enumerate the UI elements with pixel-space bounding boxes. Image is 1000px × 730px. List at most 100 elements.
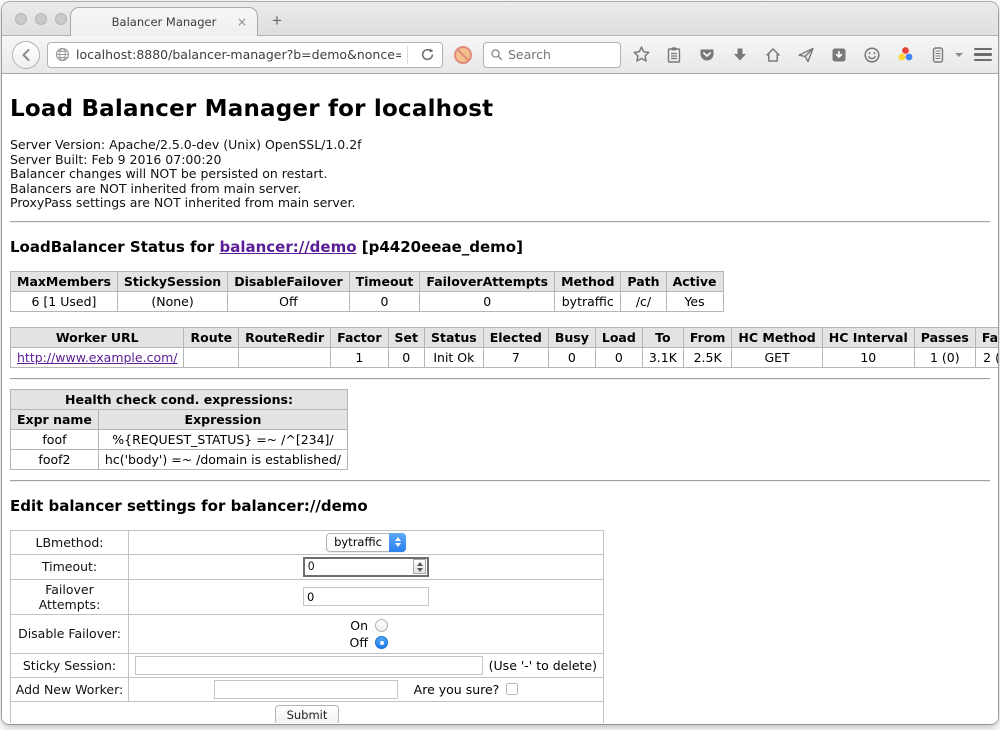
- download-arrow-icon: [731, 46, 749, 64]
- submit-button[interactable]: Submit: [275, 705, 340, 724]
- search-input[interactable]: [508, 47, 614, 62]
- page-content: Load Balancer Manager for localhost Serv…: [2, 74, 998, 723]
- lbmethod-row: LBmethod: bytraffic: [11, 530, 604, 554]
- search-bar[interactable]: [483, 42, 621, 68]
- add-worker-input[interactable]: [214, 680, 398, 699]
- spacer: [10, 312, 990, 327]
- sticky-session-label: Sticky Session:: [11, 653, 129, 677]
- timeout-field: [303, 557, 429, 577]
- close-window-button[interactable]: [15, 13, 27, 25]
- page-title: Load Balancer Manager for localhost: [10, 74, 990, 122]
- reload-button[interactable]: [414, 42, 440, 68]
- table-row: foof %{REQUEST_STATUS} =~ /^[234]/: [11, 429, 348, 449]
- disable-failover-row: Disable Failover: On Off: [11, 614, 604, 653]
- minimize-window-button[interactable]: [35, 13, 47, 25]
- table-header-row: Worker URL Route RouteRedir Factor Set S…: [11, 327, 999, 347]
- proxypass-note-line: ProxyPass settings are NOT inherited fro…: [10, 196, 990, 211]
- balancer-demo-link[interactable]: balancer://demo: [219, 238, 356, 256]
- send-tab-button[interactable]: [793, 42, 819, 68]
- server-built-line: Server Built: Feb 9 2016 07:00:20: [10, 153, 990, 168]
- container-dropdown-caret[interactable]: [955, 53, 963, 57]
- server-version-line: Server Version: Apache/2.5.0-dev (Unix) …: [10, 138, 990, 153]
- import-extension-button[interactable]: [826, 42, 852, 68]
- blocked-content-icon: [453, 45, 473, 65]
- timeout-row: Timeout:: [11, 554, 604, 579]
- table-header-row: MaxMembers StickySession DisableFailover…: [11, 271, 724, 291]
- lbmethod-label: LBmethod:: [11, 530, 129, 554]
- table-row: 6 [1 Used] (None) Off 0 0 bytraffic /c/ …: [11, 291, 724, 311]
- tab-close-icon[interactable]: ×: [237, 15, 247, 29]
- timeout-input[interactable]: [305, 561, 413, 573]
- menu-button[interactable]: [970, 44, 996, 66]
- star-icon: [632, 45, 651, 64]
- worker-url-link[interactable]: http://www.example.com/: [17, 350, 177, 365]
- add-worker-label: Add New Worker:: [11, 677, 129, 701]
- url-input[interactable]: [76, 47, 401, 62]
- section-divider: [10, 378, 990, 380]
- pocket-button[interactable]: [694, 42, 720, 68]
- reading-list-button[interactable]: [661, 42, 687, 68]
- sticky-session-row: Sticky Session: (Use '-' to delete): [11, 653, 604, 677]
- radio-off-label: Off: [344, 635, 368, 650]
- colors-extension-button[interactable]: [892, 42, 918, 68]
- confirm-checkbox[interactable]: [506, 683, 518, 695]
- number-stepper-icon[interactable]: [413, 559, 426, 574]
- radio-on-label: On: [344, 618, 368, 633]
- search-icon: [490, 48, 503, 61]
- lbmethod-select[interactable]: bytraffic: [326, 533, 406, 552]
- home-icon: [764, 46, 782, 64]
- balancer-params-table: MaxMembers StickySession DisableFailover…: [10, 271, 724, 312]
- color-dots-icon: [896, 45, 915, 64]
- navigation-toolbar: [2, 36, 998, 74]
- content-blocker-button[interactable]: [450, 42, 476, 68]
- table-row: foof2 hc('body') =~ /domain is establish…: [11, 449, 348, 469]
- downloads-button[interactable]: [727, 42, 753, 68]
- failover-attempts-input[interactable]: [303, 587, 429, 606]
- server-info: Server Version: Apache/2.5.0-dev (Unix) …: [10, 138, 990, 211]
- feedback-extension-button[interactable]: [859, 42, 885, 68]
- tab-title: Balancer Manager: [112, 15, 217, 29]
- url-bar[interactable]: [47, 42, 443, 68]
- edit-balancer-heading: Edit balancer settings for balancer://de…: [10, 497, 990, 515]
- failover-attempts-label: Failover Attempts:: [11, 579, 129, 614]
- worker-status-table: Worker URL Route RouteRedir Factor Set S…: [10, 327, 998, 368]
- clipboard-icon: [665, 46, 683, 64]
- loadbalancer-status-heading: LoadBalancer Status for balancer://demo …: [10, 238, 990, 256]
- new-tab-button[interactable]: +: [272, 13, 282, 29]
- disable-failover-on-radio[interactable]: [375, 619, 388, 632]
- sticky-session-note: (Use '-' to delete): [489, 658, 597, 673]
- sticky-session-input[interactable]: [135, 656, 483, 675]
- edit-balancer-form: LBmethod: bytraffic Timeout:: [10, 530, 604, 724]
- worker-row: http://www.example.com/ 1 0 Init Ok 7 0 …: [11, 347, 999, 367]
- home-button[interactable]: [760, 42, 786, 68]
- health-check-title: Health check cond. expressions:: [11, 389, 348, 409]
- urlbar-divider: [407, 46, 408, 64]
- pocket-icon: [698, 46, 716, 64]
- inherit-note-line: Balancers are NOT inherited from main se…: [10, 182, 990, 197]
- back-arrow-icon: [19, 48, 33, 62]
- submit-row: Submit: [11, 701, 604, 723]
- failover-attempts-row: Failover Attempts:: [11, 579, 604, 614]
- paper-plane-icon: [797, 46, 815, 64]
- health-check-table: Health check cond. expressions: Expr nam…: [10, 389, 348, 470]
- window-controls: [15, 13, 67, 25]
- browser-window: Balancer Manager × +: [2, 2, 998, 724]
- reload-icon: [420, 47, 435, 62]
- disable-failover-off-radio[interactable]: [375, 636, 388, 649]
- bookmark-star-button[interactable]: [628, 42, 654, 68]
- zoom-window-button[interactable]: [55, 13, 67, 25]
- globe-icon: [55, 47, 70, 62]
- smiley-icon: [863, 46, 881, 64]
- back-button[interactable]: [12, 41, 40, 69]
- table-header-row: Expr name Expression: [11, 409, 348, 429]
- disable-failover-label: Disable Failover:: [11, 614, 129, 653]
- add-worker-row: Add New Worker: Are you sure?: [11, 677, 604, 701]
- timeout-label: Timeout:: [11, 554, 129, 579]
- tab-balancer-manager[interactable]: Balancer Manager ×: [70, 7, 258, 36]
- select-arrows-icon: [389, 533, 406, 552]
- container-extension-button[interactable]: [925, 42, 951, 68]
- square-download-icon: [830, 46, 848, 64]
- confirm-label: Are you sure?: [414, 682, 500, 697]
- container-icon: [929, 46, 947, 64]
- section-divider: [10, 480, 990, 482]
